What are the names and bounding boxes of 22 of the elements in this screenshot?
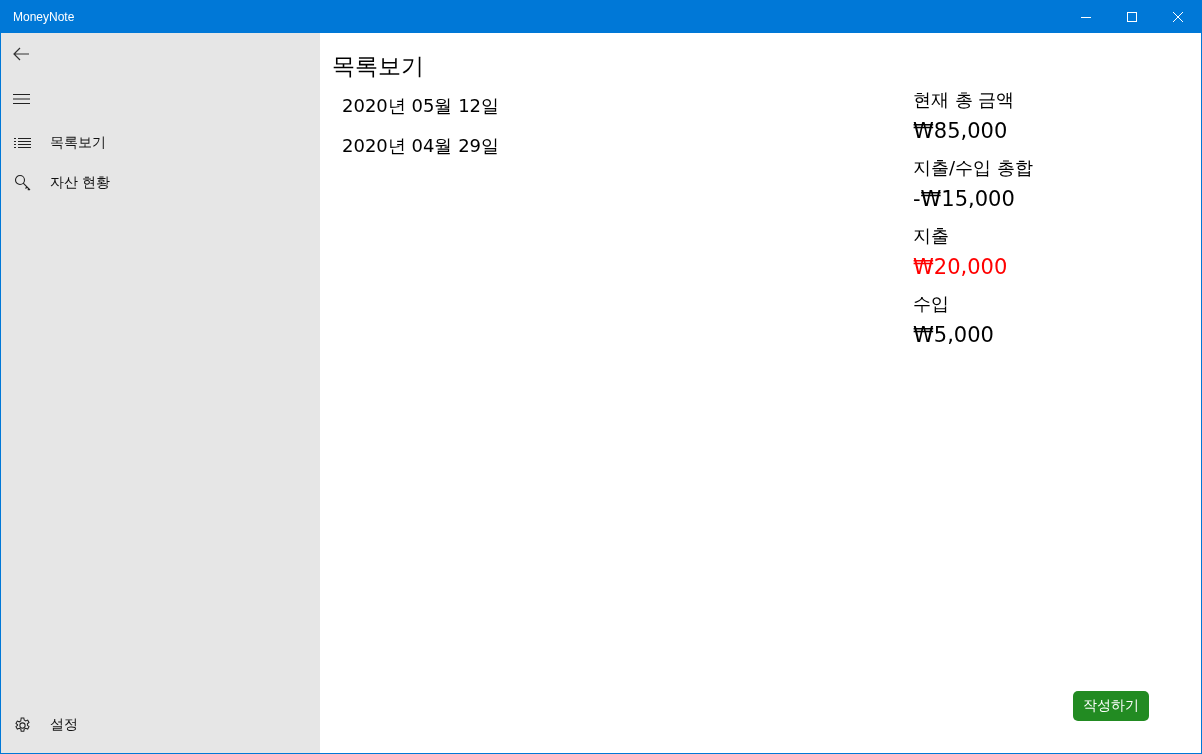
summary-amount: ₩20,000 [913, 255, 1008, 279]
window-title: MoneyNote [12, 10, 76, 24]
summary-amount: ₩5,000 [913, 323, 994, 347]
maximize-icon [1127, 12, 1137, 22]
date-entry[interactable]: 2020년 05월 12일 [342, 95, 500, 116]
close-icon [1173, 12, 1183, 22]
summary-label: 지출 [913, 225, 949, 246]
summary-label: 수입 [913, 293, 949, 314]
summary-amount: ₩85,000 [913, 119, 1008, 143]
date-entry[interactable]: 2020년 04월 29일 [342, 135, 500, 156]
sidebar-item[interactable]: 목록보기 [1, 123, 320, 163]
summary-label: 지출/수입 총합 [913, 157, 1033, 178]
menu-icon [12, 94, 30, 104]
summary-label: 현재 총 금액 [913, 89, 1015, 110]
sidebar-item[interactable]: 자산 현황 [1, 163, 320, 203]
settings-item[interactable]: 설정 [1, 705, 320, 745]
back-arrow-icon [12, 47, 30, 61]
settings-icon [14, 716, 31, 734]
write-button[interactable]: 작성하기 [1073, 691, 1149, 721]
list-icon [14, 137, 31, 149]
summary-amount: -₩15,000 [913, 187, 1015, 211]
page-title: 목록보기 [332, 52, 425, 81]
